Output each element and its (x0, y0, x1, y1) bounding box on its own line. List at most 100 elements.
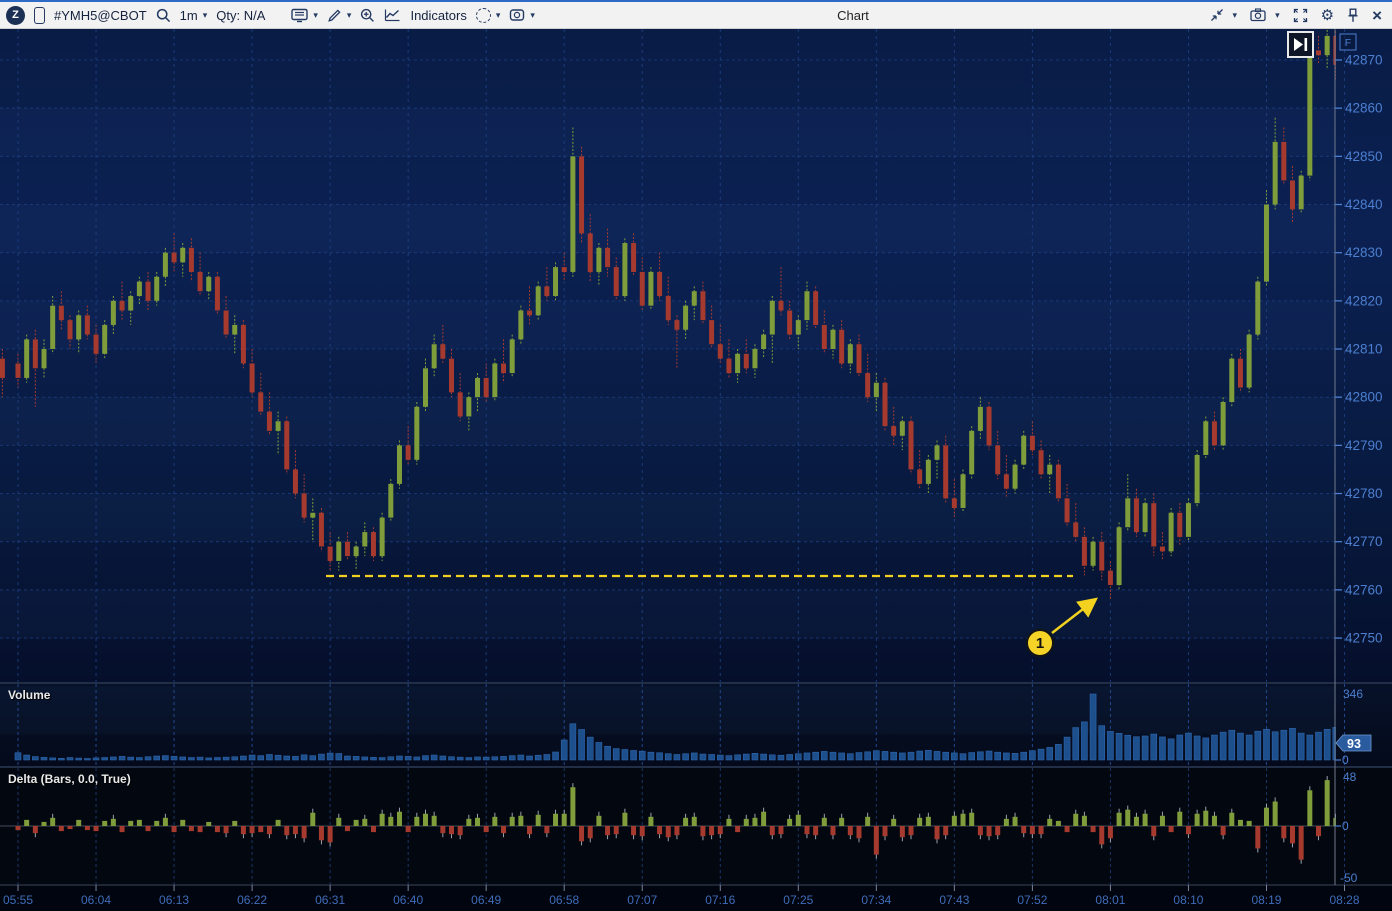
volume-bar (804, 753, 810, 760)
volume-current-value: 93 (1347, 737, 1361, 751)
delta-bar (293, 826, 298, 834)
draw-pencil-icon[interactable] (327, 8, 342, 23)
delta-bar (16, 826, 21, 830)
volume-bar (344, 756, 350, 760)
candle-body (94, 335, 99, 354)
delta-bar (458, 826, 463, 835)
candle-body (1238, 359, 1243, 388)
chart-area[interactable]: 1428704286042850428404283042820428104280… (0, 29, 1392, 911)
timeframe-select[interactable]: 1m (180, 8, 198, 23)
candle-body (744, 354, 749, 368)
search-icon[interactable] (156, 8, 171, 23)
indicators-button[interactable]: Indicators (410, 8, 466, 23)
candle-body (917, 469, 922, 483)
close-icon[interactable]: × (1372, 7, 1382, 24)
volume-bar (1298, 733, 1304, 760)
time-axis-label: 06:40 (393, 893, 423, 907)
chart-toolbar: Z #YMH5@CBOT 1m ▾ Qty: N/A ▾ ▾ Indicator… (0, 2, 1392, 29)
time-axis-label: 08:01 (1095, 893, 1125, 907)
time-axis-label: 07:25 (783, 893, 813, 907)
timeframe-caret-icon[interactable]: ▾ (203, 10, 208, 21)
volume-bar (553, 752, 559, 760)
delta-bar (1021, 826, 1026, 833)
volume-bar (674, 754, 680, 760)
volume-bar (396, 756, 402, 760)
delta-bar (1264, 808, 1269, 826)
candle-body (978, 407, 983, 431)
delta-bar (1177, 812, 1182, 826)
volume-bar (925, 750, 931, 760)
camera-icon[interactable] (1250, 8, 1266, 22)
delta-bar (276, 820, 281, 826)
candle-body (1047, 465, 1052, 475)
delta-bar (735, 826, 740, 832)
dashed-circle-tool-icon[interactable] (476, 8, 491, 23)
delta-bar (666, 826, 671, 837)
delta-bar (466, 819, 471, 826)
camera-caret-icon[interactable]: ▾ (1275, 10, 1280, 21)
delta-bar (700, 826, 705, 836)
volume-bar (1142, 736, 1148, 760)
candle-body (579, 156, 584, 233)
delta-bar (674, 826, 679, 835)
collapse-window-icon[interactable] (1210, 8, 1224, 22)
candle-body (804, 291, 809, 320)
layout-caret-icon[interactable]: ▾ (530, 10, 535, 21)
candle-body (961, 474, 966, 508)
layout-stack-icon[interactable] (509, 8, 525, 22)
delta-bar (1099, 826, 1104, 844)
quote-board-icon[interactable] (291, 8, 308, 23)
delta-pane-label: Delta (Bars, 0.0, True) (8, 772, 131, 786)
volume-bar (544, 754, 550, 760)
fit-scale-badge[interactable]: F (1340, 34, 1356, 50)
indicator-chart-icon[interactable] (384, 8, 401, 22)
volume-bar (873, 751, 879, 760)
volume-bar (847, 754, 853, 760)
volume-bar (353, 756, 359, 760)
quote-board-caret-icon[interactable]: ▾ (313, 10, 318, 21)
delta-bar (215, 826, 220, 832)
candle-body (310, 513, 315, 518)
symbol-label[interactable]: #YMH5@CBOT (54, 8, 147, 23)
candle-body (172, 253, 177, 263)
delta-bar (1247, 821, 1252, 826)
candle-body (354, 547, 359, 557)
volume-bar (813, 752, 819, 760)
delta-bar (33, 826, 38, 833)
delta-bar (614, 826, 619, 834)
circle-tool-caret-icon[interactable]: ▾ (496, 10, 501, 21)
delta-bar (492, 817, 497, 826)
app-logo-icon[interactable]: Z (6, 6, 25, 25)
candle-body (1151, 503, 1156, 546)
candle-body (1160, 547, 1165, 552)
volume-bar (414, 757, 420, 760)
delta-bar (1091, 826, 1096, 832)
zoom-in-icon[interactable] (360, 8, 375, 23)
delta-bar (544, 826, 549, 833)
draw-caret-icon[interactable]: ▾ (347, 10, 352, 21)
collapse-caret-icon[interactable]: ▾ (1233, 10, 1238, 21)
settings-gear-icon[interactable]: ⚙ (1321, 8, 1334, 23)
candle-body (345, 542, 350, 556)
candle-body (770, 301, 775, 335)
candle-body (76, 315, 81, 339)
pin-icon[interactable] (1347, 8, 1359, 23)
volume-bar (379, 758, 385, 760)
expand-fullscreen-icon[interactable] (1293, 8, 1308, 23)
candle-body (1212, 421, 1217, 445)
candle-body (449, 359, 454, 393)
chart-canvas[interactable]: 1428704286042850428404283042820428104280… (0, 29, 1392, 911)
go-to-latest-button[interactable] (1288, 32, 1313, 57)
candle-body (510, 339, 515, 373)
candle-body (198, 272, 203, 291)
candle-body (839, 330, 844, 364)
price-axis-label: 42870 (1345, 53, 1383, 68)
delta-bar (154, 821, 159, 826)
instrument-panel-icon[interactable] (34, 7, 45, 24)
delta-bar (961, 814, 966, 826)
candle-body (33, 339, 38, 368)
delta-bar (380, 814, 385, 826)
candle-body (987, 407, 992, 446)
time-axis-label: 08:19 (1251, 893, 1281, 907)
candle-body (328, 547, 333, 561)
